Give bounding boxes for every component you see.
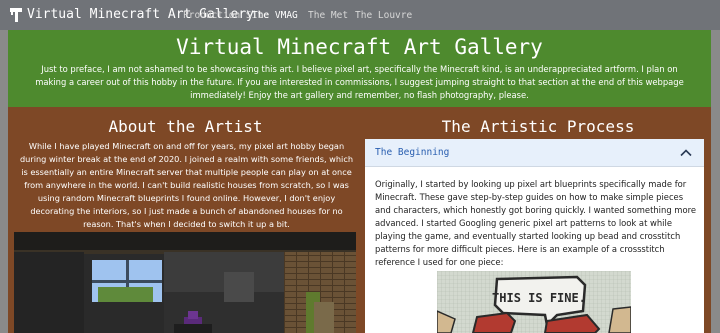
about-title: About the Artist [108,117,263,136]
nav-link-the-met[interactable]: The Met [308,10,348,21]
about-text: While I have played Minecraft on and off… [19,141,354,229]
accordion-header-the-beginning[interactable]: The Beginning [365,139,704,167]
chevron-up-icon[interactable] [680,148,692,157]
process-accordion: The Beginning Originally, I started by l… [365,139,704,333]
hero-intro-text: Just to preface, I am not ashamed to be … [35,64,684,100]
minecraft-screenshot-image [14,232,356,333]
accordion-header-label: The Beginning [375,147,450,158]
crossstitch-reference-image: THIS IS FINE. [437,271,631,333]
navbar: Virtual Minecraft Art Gallery Production… [0,0,720,30]
crossstitch-caption: THIS IS FINE. [492,291,586,305]
accordion-body-text: Originally, I started by looking up pixe… [375,179,696,267]
nav-link-vmag[interactable]: The VMAG [252,10,298,21]
nav-link-the-louvre[interactable]: The Louvre [355,10,412,21]
main-content: About the Artist While I have played Min… [8,107,711,333]
process-section: The Artistic Process The Beginning Origi… [365,107,711,333]
hero-banner: Virtual Minecraft Art Gallery Just to pr… [8,30,711,107]
page-title: Virtual Minecraft Art Gallery [176,35,543,59]
about-section: About the Artist While I have played Min… [8,107,363,333]
process-title: The Artistic Process [441,117,635,136]
brand-logo-icon[interactable] [9,7,23,23]
